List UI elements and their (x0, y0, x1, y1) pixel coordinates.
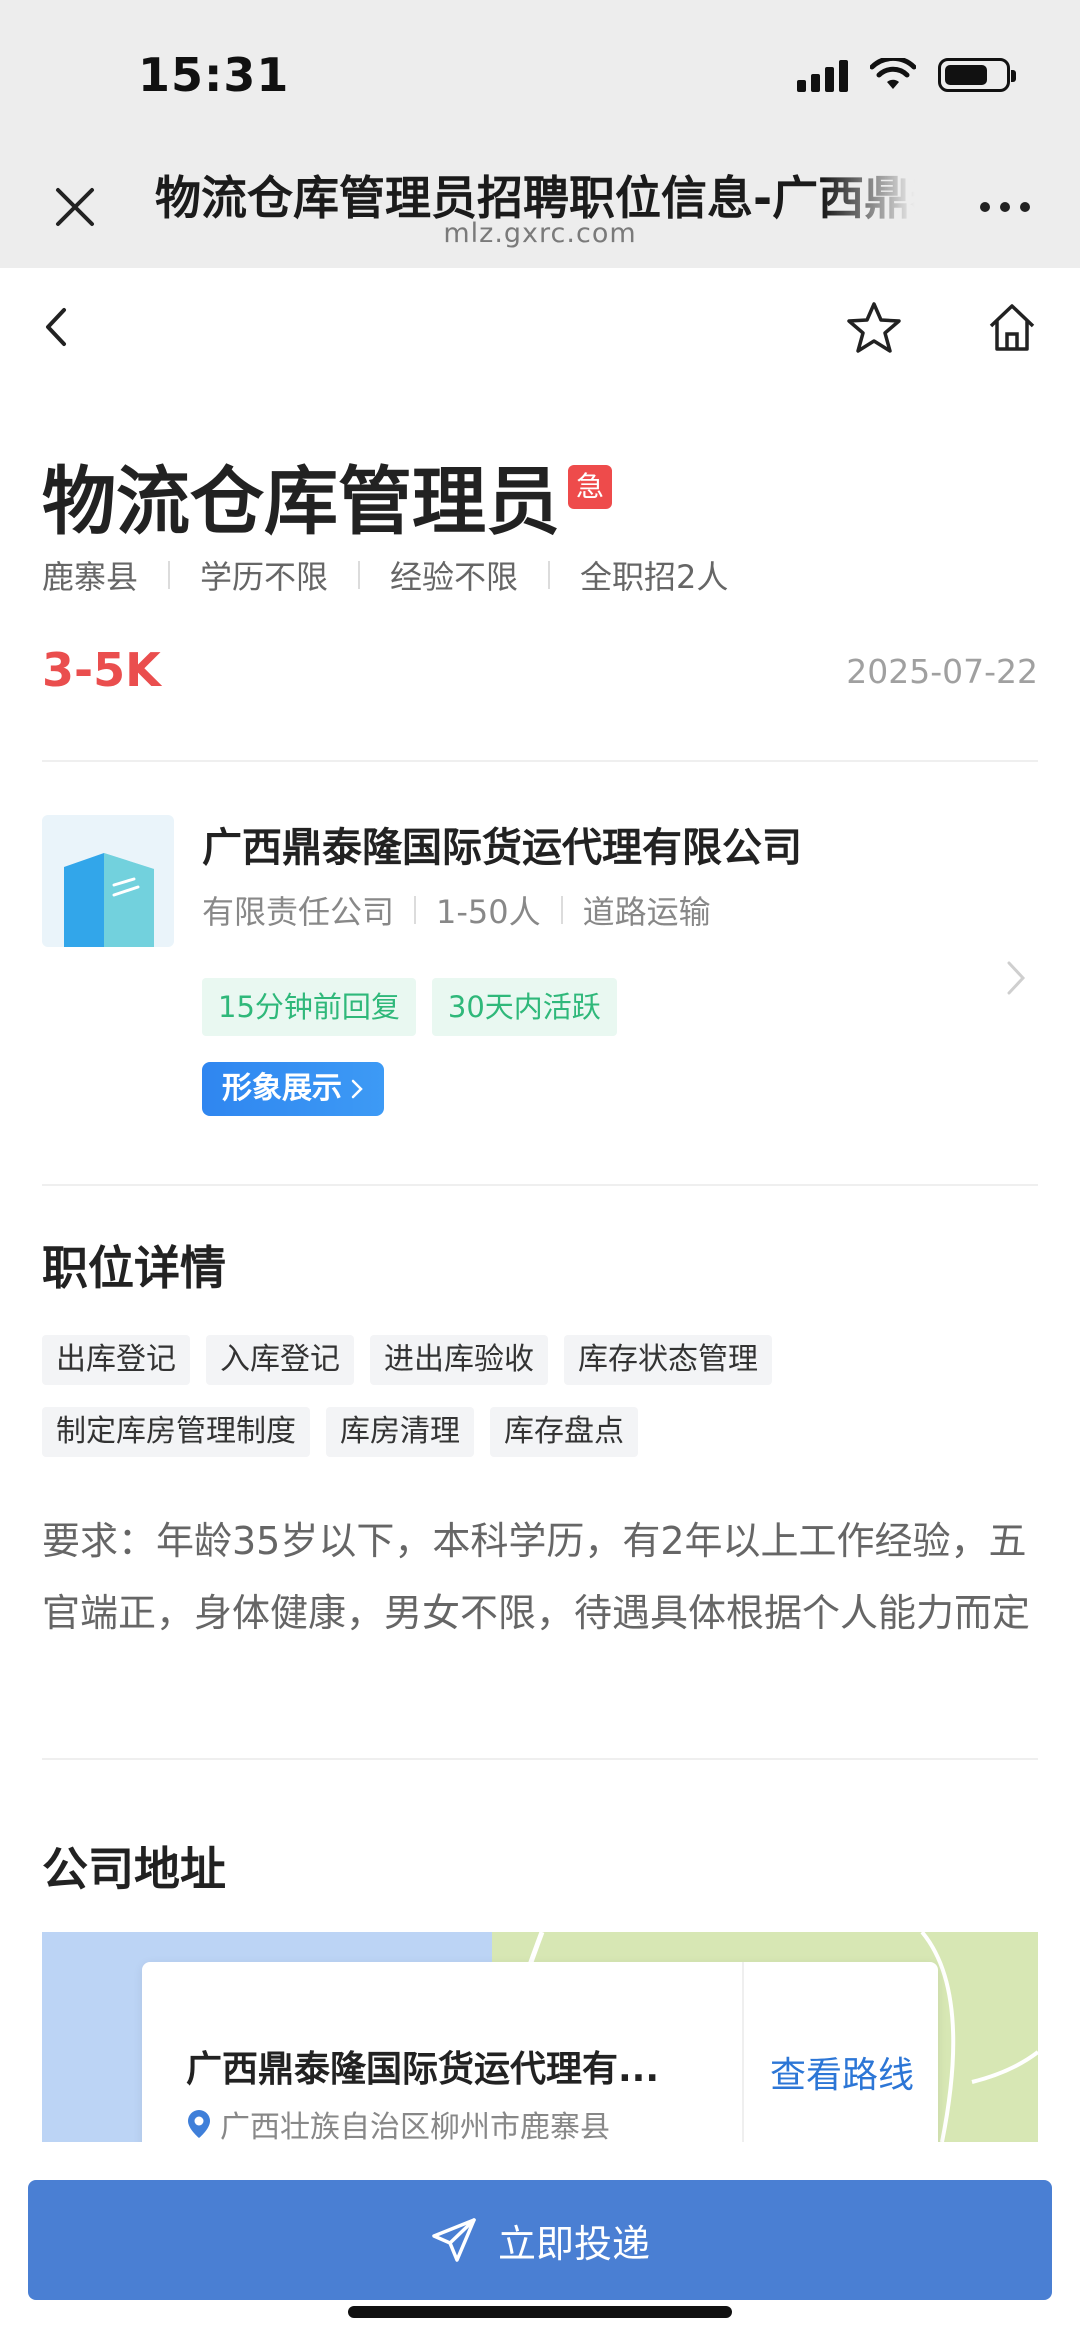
divider (42, 1184, 1038, 1186)
company-card[interactable]: 广西鼎泰隆国际货运代理有限公司 有限责任公司 1-50人 道路运输 15分钟前回… (0, 790, 1080, 1190)
job-description: 要求：年龄35岁以下，本科学历，有2年以上工作经验，五官端正，身体健康，男女不限… (42, 1519, 1031, 1635)
salary: 3-5K (42, 643, 161, 697)
more-icon[interactable] (980, 202, 1030, 212)
page-nav (0, 268, 1080, 388)
job-experience: 经验不限 (390, 558, 519, 596)
skill-tag: 库房清理 (326, 1407, 474, 1457)
showcase-label: 形象展示 (222, 1071, 342, 1106)
skill-tag: 库存盘点 (490, 1407, 638, 1457)
card-divider (742, 1962, 744, 2142)
job-location: 鹿寨县 (42, 558, 139, 596)
divider (42, 760, 1038, 762)
back-icon[interactable] (38, 302, 74, 352)
wifi-icon (870, 58, 916, 89)
urgent-badge: 急 (568, 465, 612, 509)
meta-divider (548, 561, 551, 589)
company-name: 广西鼎泰隆国际货运代理有限公司 (202, 825, 802, 871)
meta-divider (358, 561, 361, 589)
address-card: 广西鼎泰隆国际货运代理有... 广西壮族自治区柳州市鹿寨县 查看路线 (142, 1962, 938, 2142)
apply-button[interactable]: 立即投递 (28, 2180, 1052, 2300)
skill-tag: 制定库房管理制度 (42, 1407, 310, 1457)
page-url: mlz.gxrc.com (443, 218, 637, 249)
browser-title-bar: 物流仓库管理员招聘职位信息-广西鼎泰隆国际货运代理有限公司 mlz.gxrc.c… (0, 140, 1080, 268)
map-view[interactable]: 广西鼎泰隆国际货运代理有... 广西壮族自治区柳州市鹿寨县 查看路线 (42, 1932, 1038, 2142)
star-icon[interactable] (845, 300, 903, 356)
post-date: 2025-07-22 (846, 652, 1038, 691)
status-icons (797, 58, 1016, 92)
divider (42, 1758, 1038, 1760)
job-title: 物流仓库管理员 (42, 459, 560, 545)
skill-tag: 入库登记 (206, 1335, 354, 1385)
company-meta: 有限责任公司 1-50人 道路运输 (202, 887, 711, 933)
address-company-name: 广西鼎泰隆国际货运代理有... (186, 2049, 660, 2090)
company-type: 有限责任公司 (202, 893, 395, 931)
chevron-right-icon[interactable] (1004, 958, 1028, 998)
view-route-link[interactable]: 查看路线 (770, 2046, 914, 2098)
building-icon (64, 853, 154, 947)
battery-icon (938, 58, 1016, 92)
send-icon (432, 2218, 476, 2262)
skill-tag: 进出库验收 (370, 1335, 548, 1385)
activity-tags: 15分钟前回复 30天内活跃 (202, 978, 617, 1036)
job-education: 学历不限 (200, 558, 329, 596)
company-size: 1-50人 (436, 893, 541, 931)
apply-label: 立即投递 (497, 2221, 650, 2266)
signal-icon (797, 58, 848, 92)
chevron-right-icon (351, 1079, 363, 1099)
status-bar: 15:31 (0, 0, 1080, 140)
details-section-title: 职位详情 (42, 1241, 226, 1295)
home-indicator (348, 2306, 732, 2318)
company-logo (42, 815, 174, 947)
skill-tag: 出库登记 (42, 1335, 190, 1385)
skill-tags: 出库登记 入库登记 进出库验收 库存状态管理 制定库房管理制度 库房清理 库存盘… (42, 1335, 1042, 1457)
meta-divider (414, 896, 417, 924)
address-location: 广西壮族自治区柳州市鹿寨县 (186, 2102, 610, 2142)
home-icon[interactable] (985, 300, 1039, 354)
job-type: 全职招2人 (580, 558, 729, 596)
skill-tag: 库存状态管理 (564, 1335, 772, 1385)
status-time: 15:31 (138, 48, 290, 102)
reply-tag: 15分钟前回复 (202, 978, 416, 1036)
company-industry: 道路运输 (582, 893, 711, 931)
meta-divider (168, 561, 171, 589)
address-location-text: 广西壮族自治区柳州市鹿寨县 (220, 2110, 610, 2142)
address-section-title: 公司地址 (42, 1842, 226, 1896)
location-pin-icon (188, 2110, 210, 2138)
active-tag: 30天内活跃 (431, 978, 617, 1036)
job-meta: 鹿寨县 学历不限 经验不限 全职招2人 (42, 552, 728, 598)
showcase-button[interactable]: 形象展示 (202, 1062, 384, 1116)
meta-divider (560, 896, 563, 924)
